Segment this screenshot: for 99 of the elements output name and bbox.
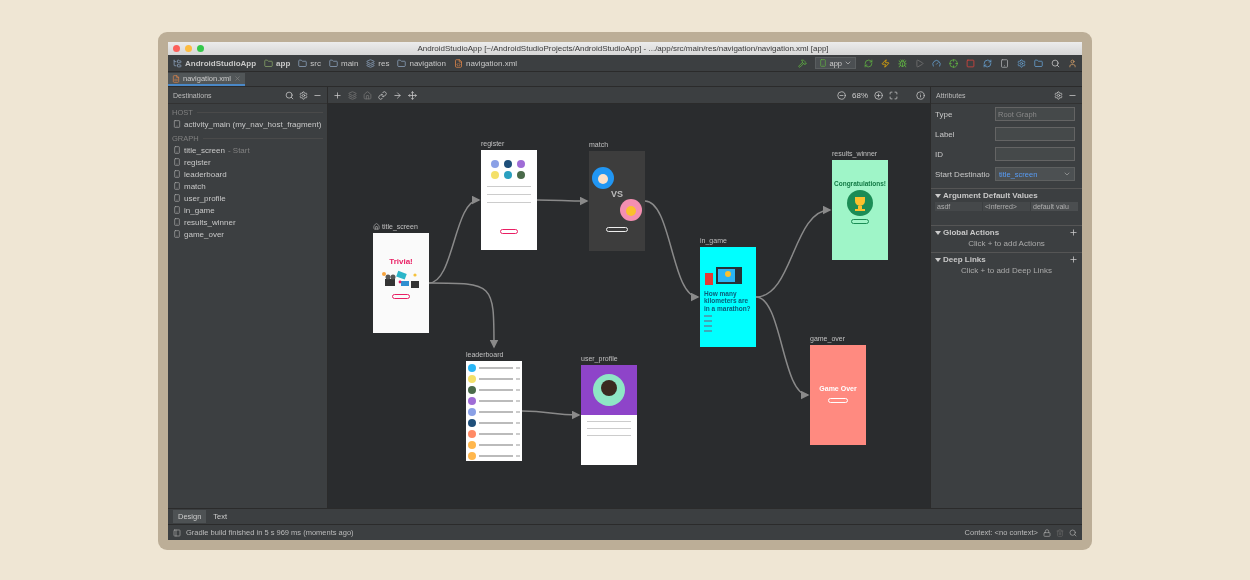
user-icon[interactable] (1068, 58, 1077, 68)
input-line (487, 194, 531, 195)
empty-hint: Click + to add Deep Links (960, 265, 1053, 275)
empty-hint: Click + to add Actions (967, 238, 1046, 248)
profile-avatar-icon (593, 374, 625, 406)
breadcrumb[interactable]: src (298, 58, 321, 68)
stat-line (587, 435, 631, 436)
destination-item[interactable]: results_winner (168, 216, 327, 228)
connector-arrow[interactable] (644, 200, 700, 300)
expanded-triangle-icon[interactable] (935, 256, 941, 263)
window-title: AndroidStudioApp [~/AndroidStudioProjects/AndroidStudioApp] - .../app/src/main/res/navigation/navigation.xml [app] (416, 44, 830, 53)
breadcrumb[interactable]: main (329, 58, 359, 68)
search-icon[interactable] (1069, 528, 1077, 537)
folder-icon[interactable] (397, 58, 407, 68)
caret-icon (844, 59, 852, 67)
zoom-level: 68% (852, 90, 868, 100)
home-icon[interactable] (363, 90, 372, 100)
device-icon[interactable] (1000, 58, 1009, 68)
breadcrumb[interactable]: AndroidStudioApp (173, 58, 257, 68)
close-button[interactable] (173, 45, 180, 52)
module-folder-icon[interactable] (264, 58, 274, 68)
field-label: ID (935, 149, 944, 159)
phone-screen-icon (173, 158, 181, 166)
lock-icon[interactable] (1043, 528, 1051, 537)
refresh-icon[interactable] (864, 58, 873, 68)
bug-icon[interactable] (898, 58, 907, 68)
crosshair-icon[interactable] (949, 58, 958, 68)
phone-screen-icon (173, 206, 181, 214)
phone-screen-icon (173, 170, 181, 178)
host-item[interactable]: activity_main (my_nav_host_fragment) (168, 118, 327, 130)
breadcrumb[interactable]: navigation (397, 58, 446, 68)
add-icon[interactable] (1069, 228, 1078, 237)
trophy-badge-icon (847, 190, 873, 217)
input-field[interactable] (995, 127, 1075, 141)
connector-arrow[interactable] (428, 282, 499, 349)
input-line (487, 202, 531, 203)
stat-line (587, 428, 631, 429)
input-line (487, 186, 531, 187)
breadcrumb[interactable]: navigation.xml (453, 58, 518, 68)
lightning-icon[interactable] (881, 58, 890, 68)
connector-arrow[interactable] (755, 207, 832, 298)
folder-icon[interactable] (329, 58, 338, 68)
search-icon[interactable] (285, 90, 294, 100)
connector-arrow[interactable] (755, 296, 810, 397)
zoom-in-icon[interactable] (874, 90, 883, 100)
section-title: Deep Links (943, 255, 987, 264)
arrow-right-icon[interactable] (393, 90, 402, 100)
destination-item[interactable]: title_screen - Start (168, 144, 327, 156)
player-avatar-icon (592, 167, 614, 189)
play-icon[interactable] (915, 58, 924, 68)
destination-item[interactable]: game_over (168, 228, 327, 240)
gauge-icon[interactable] (932, 58, 941, 68)
start-home-icon (373, 223, 380, 230)
input-field[interactable] (995, 147, 1075, 161)
expanded-triangle-icon[interactable] (935, 229, 941, 236)
add-icon[interactable] (1069, 255, 1078, 264)
movie-props-drawing (381, 270, 421, 291)
field-label: Type (935, 109, 954, 119)
section-title: Argument Default Values (943, 191, 1039, 200)
stat-line (587, 421, 631, 422)
phone-screen-icon (173, 218, 181, 226)
host-fragment-icon (173, 120, 181, 128)
connector-arrow[interactable] (536, 196, 589, 206)
settings-icon[interactable] (1054, 90, 1063, 100)
xml-file-icon[interactable] (453, 58, 463, 68)
expanded-triangle-icon[interactable] (935, 192, 941, 199)
panel-toggle-icon[interactable] (173, 528, 181, 537)
xml-file-icon (172, 74, 180, 83)
destination-item[interactable]: in_game (168, 204, 327, 216)
versus-label: VS (611, 189, 623, 200)
caret-icon (1063, 170, 1071, 178)
screen-title: Trivia! (389, 257, 413, 267)
destination-item[interactable]: leaderboard (168, 168, 327, 180)
maximize-button[interactable] (197, 45, 204, 52)
phone-screen-icon (173, 182, 181, 190)
field-label: Label (935, 129, 956, 139)
folder-icon[interactable] (298, 58, 308, 68)
zoom-out-icon[interactable] (837, 90, 846, 100)
link-icon[interactable] (378, 90, 387, 100)
destination-item[interactable]: user_profile (168, 192, 327, 204)
phone-screen-icon (173, 146, 181, 154)
destination-item[interactable]: register (168, 156, 327, 168)
new-destination-icon[interactable] (333, 90, 342, 100)
phone-screen-icon (173, 230, 181, 238)
search-icon[interactable] (1051, 58, 1060, 68)
breadcrumb[interactable]: app (264, 58, 291, 68)
field-label: Start Destinatio (935, 169, 991, 179)
hammer-icon[interactable] (798, 58, 808, 68)
zoom-to-fit-icon[interactable] (889, 90, 898, 100)
project-folder-icon[interactable] (173, 58, 182, 68)
breadcrumb[interactable]: res (366, 58, 390, 68)
connector-arrow[interactable] (521, 410, 581, 420)
section-title: Global Actions (943, 228, 1001, 237)
info-icon[interactable] (916, 90, 925, 100)
settings-icon[interactable] (299, 90, 308, 100)
phone-screen-icon (173, 194, 181, 202)
sync-icon[interactable] (983, 58, 992, 68)
player-avatar-icon (620, 199, 642, 222)
destination-item[interactable]: match (168, 180, 327, 192)
